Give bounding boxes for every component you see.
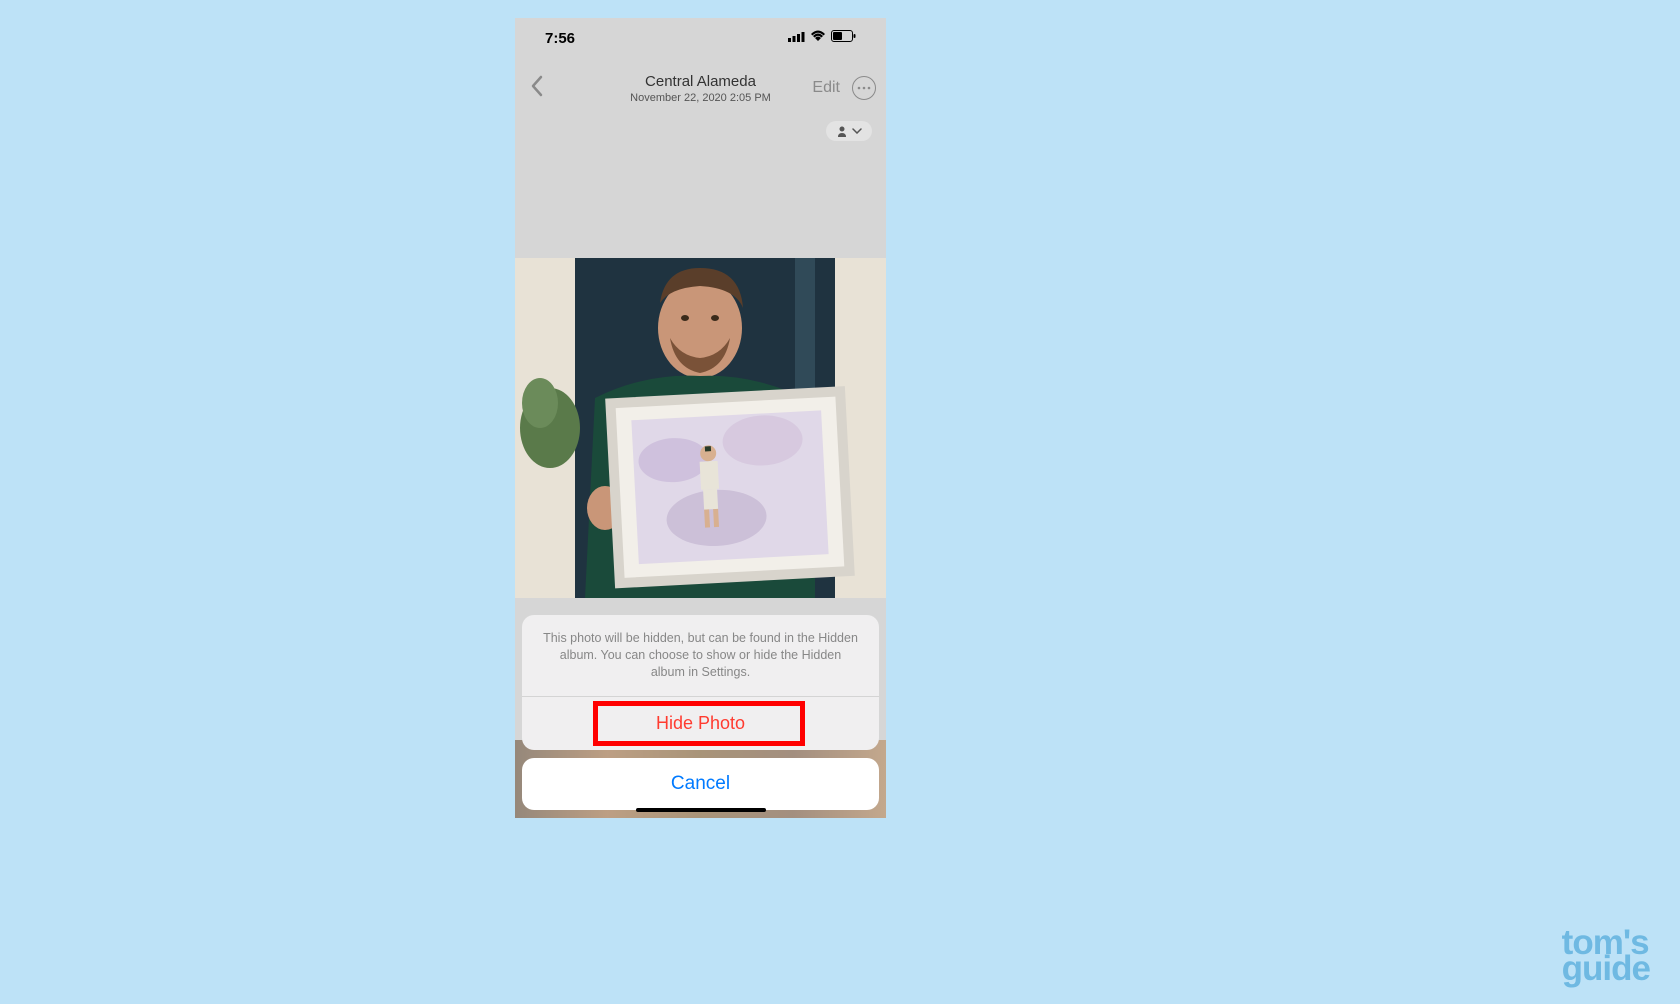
watermark: tom's guide bbox=[1562, 928, 1650, 985]
nav-title-block: Central Alameda November 22, 2020 2:05 P… bbox=[630, 73, 771, 104]
photo-viewer[interactable] bbox=[515, 258, 886, 598]
people-tag-pill[interactable] bbox=[826, 121, 872, 141]
back-button[interactable] bbox=[525, 72, 548, 104]
nav-bar: Central Alameda November 22, 2020 2:05 P… bbox=[515, 58, 886, 118]
status-time: 7:56 bbox=[545, 30, 575, 47]
phone-screenshot: 7:56 Central Alameda November 22, 2020 2… bbox=[515, 18, 886, 818]
home-indicator[interactable] bbox=[636, 808, 766, 812]
chevron-down-icon bbox=[852, 128, 862, 134]
photo-datetime: November 22, 2020 2:05 PM bbox=[630, 92, 771, 104]
hide-photo-button[interactable]: Hide Photo bbox=[522, 697, 879, 750]
person-icon bbox=[836, 125, 848, 137]
signal-icon bbox=[788, 29, 805, 47]
wifi-icon bbox=[810, 29, 826, 47]
action-sheet-card: This photo will be hidden, but can be fo… bbox=[522, 615, 879, 750]
action-sheet-message: This photo will be hidden, but can be fo… bbox=[522, 615, 879, 696]
photo-location-title: Central Alameda bbox=[630, 73, 771, 90]
more-options-button[interactable] bbox=[852, 76, 876, 100]
action-sheet: This photo will be hidden, but can be fo… bbox=[522, 615, 879, 810]
status-bar: 7:56 bbox=[515, 18, 886, 58]
battery-icon bbox=[831, 29, 856, 47]
cancel-button[interactable]: Cancel bbox=[522, 758, 879, 810]
edit-button[interactable]: Edit bbox=[812, 79, 840, 97]
status-icons bbox=[788, 29, 856, 47]
